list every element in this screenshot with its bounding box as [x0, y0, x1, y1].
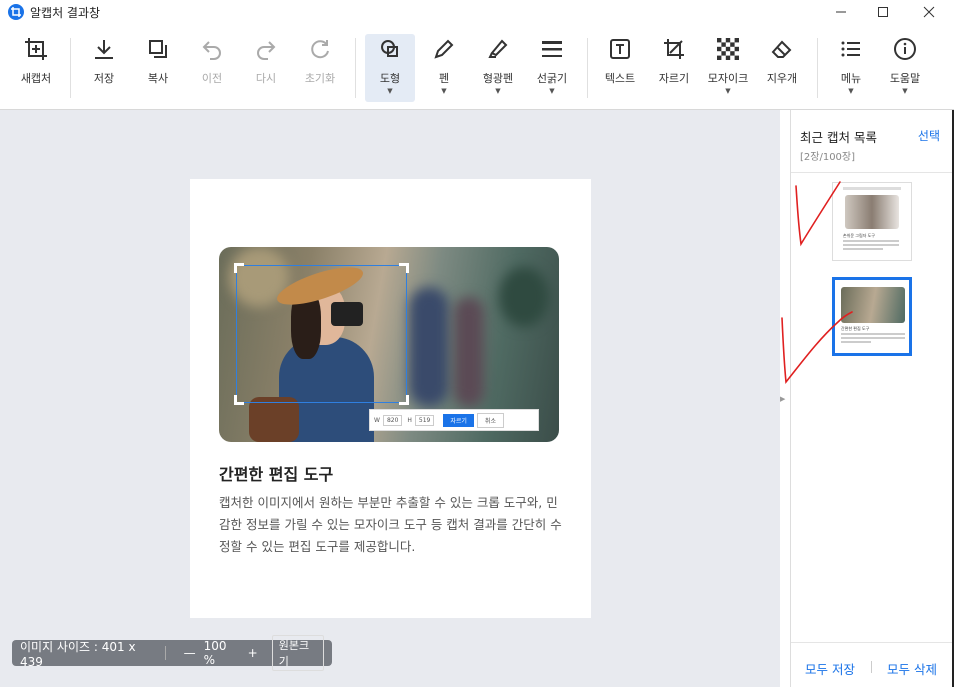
crop-handle[interactable]: [399, 263, 409, 273]
download-icon: [89, 34, 119, 64]
capture-count: [2장/100장]: [800, 152, 856, 163]
zoom-out-button[interactable]: —: [184, 646, 196, 660]
pen-icon: [429, 34, 459, 64]
menu-button[interactable]: 메뉴 ▼: [826, 34, 876, 102]
line-width-icon: [537, 34, 567, 64]
thumb-text-line: [841, 333, 905, 335]
help-icon: [890, 34, 920, 64]
delete-all-button[interactable]: 모두 삭제: [887, 659, 937, 678]
menu-icon: [836, 34, 866, 64]
window-title: 알캡처 결과창: [30, 6, 101, 20]
divider: [164, 646, 166, 660]
help-button[interactable]: 도움말 ▼: [880, 34, 930, 102]
copy-icon: [143, 34, 173, 64]
toolbar-divider: [355, 38, 356, 98]
crop-handle[interactable]: [234, 395, 244, 405]
save-all-button[interactable]: 모두 저장: [805, 659, 855, 678]
redo-icon: [251, 34, 281, 64]
thumb-photo: [845, 195, 899, 229]
pen-tool-button[interactable]: 펜 ▼: [419, 34, 469, 102]
thumb-text-line: [841, 337, 905, 339]
capture-thumbnail[interactable]: 손쉬운 그림자 도구: [832, 182, 912, 261]
copy-button[interactable]: 복사: [133, 34, 183, 102]
maximize-button[interactable]: [868, 2, 898, 22]
close-button[interactable]: [914, 2, 944, 22]
crop-toolbar: W 820 H 519 자르기 취소: [369, 409, 539, 431]
thumb-text-line: [843, 240, 899, 242]
background-person-shape: [454, 297, 484, 407]
chevron-down-icon: ▼: [902, 87, 908, 95]
select-button[interactable]: 선택: [918, 127, 940, 144]
mosaic-icon: [713, 34, 743, 64]
captured-image[interactable]: W 820 H 519 자르기 취소 간편한 편집 도구 캡처한 이미지에서 원…: [190, 179, 591, 618]
image-size-label: 이미지 사이즈 : 401 x 439: [20, 639, 136, 669]
undo-icon: [197, 34, 227, 64]
photo-image: W 820 H 519 자르기 취소: [219, 247, 559, 442]
divider: [871, 661, 872, 673]
chevron-down-icon: ▼: [549, 87, 555, 95]
line-width-button[interactable]: 선굵기 ▼: [527, 34, 577, 102]
thumb-caption: 간편한 편집 도구: [841, 326, 870, 331]
zoom-level: 100 %: [203, 639, 227, 667]
title-bar: 알캡처 결과창: [0, 0, 954, 24]
chevron-down-icon: ▼: [725, 87, 731, 95]
redo-button[interactable]: 다시: [241, 34, 291, 102]
thumb-photo: [841, 287, 905, 323]
save-button[interactable]: 저장: [79, 34, 129, 102]
toolbar-divider: [817, 38, 818, 98]
undo-button[interactable]: 이전: [187, 34, 237, 102]
crop-handle[interactable]: [399, 395, 409, 405]
text-icon: [605, 34, 635, 64]
mosaic-tool-button[interactable]: 모자이크 ▼: [703, 34, 753, 102]
chevron-down-icon: ▼: [387, 87, 393, 95]
background-person-shape: [409, 287, 449, 407]
thumb-text-line: [843, 248, 883, 250]
zoom-in-button[interactable]: +: [248, 646, 258, 660]
highlighter-icon: [483, 34, 513, 64]
thumb-text-line: [843, 244, 899, 246]
highlighter-tool-button[interactable]: 형광펜 ▼: [473, 34, 523, 102]
crop-icon: [659, 34, 689, 64]
tree-shape: [499, 267, 549, 327]
thumb-text-line: [841, 341, 871, 343]
reset-icon: [305, 34, 335, 64]
new-capture-icon: [21, 34, 51, 64]
divider: [791, 642, 954, 643]
thumb-caption: 손쉬운 그림자 도구: [843, 233, 875, 238]
chevron-down-icon: ▼: [441, 87, 447, 95]
panel-title: 최근 캡처 목록: [800, 130, 877, 145]
toolbar-divider: [70, 38, 71, 98]
crop-tool-button[interactable]: 자르기: [649, 34, 699, 102]
reset-button[interactable]: 초기화: [295, 34, 345, 102]
recent-captures-panel: 최근 캡처 목록 선택 [2장/100장] 손쉬운 그림자 도구 간편한 편집 …: [790, 110, 954, 687]
capture-thumbnail-selected[interactable]: 간편한 편집 도구: [832, 277, 912, 356]
new-capture-button[interactable]: 새캡처: [11, 34, 61, 102]
crop-handle[interactable]: [234, 263, 244, 273]
eraser-icon: [767, 34, 797, 64]
toolbar: 새캡처 저장 복사 이전 다시 초기화 도형 ▼ 펜 ▼ 형광펜 ▼ 선굵기 ▼…: [0, 24, 954, 110]
chevron-down-icon: ▼: [848, 87, 854, 95]
chevron-down-icon: ▼: [495, 87, 501, 95]
crop-selection[interactable]: [234, 263, 409, 405]
thumb-header-shape: [843, 187, 901, 190]
shape-tool-button[interactable]: 도형 ▼: [365, 34, 415, 102]
zoom-status-bar: 이미지 사이즈 : 401 x 439 — 100 % + 원본크기: [12, 635, 332, 671]
capture-canvas[interactable]: W 820 H 519 자르기 취소 간편한 편집 도구 캡처한 이미지에서 원…: [0, 110, 780, 687]
original-size-button[interactable]: 원본크기: [271, 635, 324, 671]
text-tool-button[interactable]: 텍스트: [595, 34, 645, 102]
backpack-shape: [249, 397, 299, 442]
minimize-button[interactable]: [826, 2, 856, 22]
app-logo-icon: [8, 4, 24, 20]
toolbar-divider: [587, 38, 588, 98]
shape-icon: [375, 34, 405, 64]
card-title: 간편한 편집 도구: [219, 465, 334, 484]
panel-collapse-arrow-icon[interactable]: ▶: [780, 395, 785, 403]
card-description: 캡처한 이미지에서 원하는 부분만 추출할 수 있는 크롭 도구와, 민감한 정…: [219, 495, 562, 554]
eraser-tool-button[interactable]: 지우개: [757, 34, 807, 102]
divider: [791, 172, 954, 173]
